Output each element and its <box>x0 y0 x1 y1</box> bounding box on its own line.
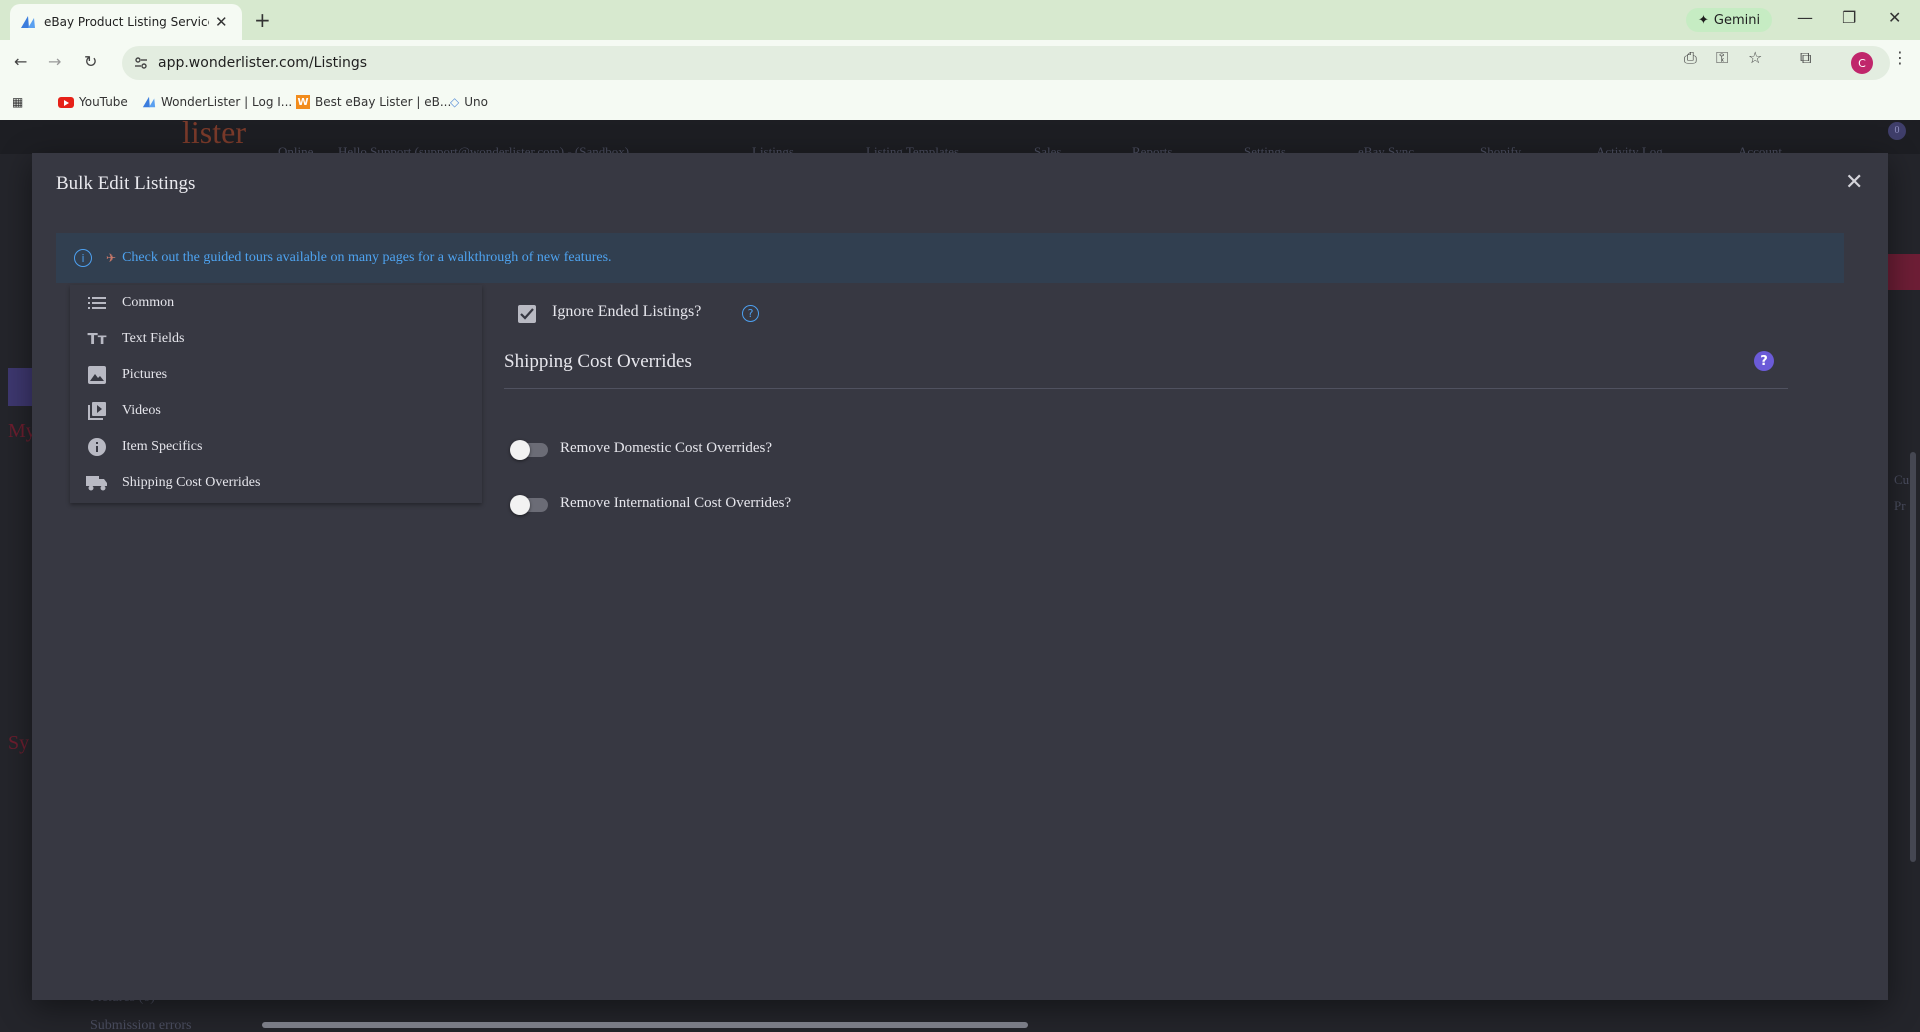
apps-grid-icon[interactable]: ▦ <box>12 95 23 109</box>
menu-item-item-specifics[interactable]: Item Specifics <box>70 429 482 465</box>
new-tab-icon[interactable]: + <box>254 8 271 32</box>
background-text: Pr <box>1894 498 1906 513</box>
password-key-icon[interactable]: ⚿ <box>1716 48 1728 68</box>
reload-icon[interactable]: ↻ <box>84 52 97 71</box>
checkmark-icon <box>520 308 534 320</box>
ignore-ended-label: Ignore Ended Listings? <box>552 303 702 320</box>
menu-item-label: Text Fields <box>122 331 185 346</box>
close-icon[interactable]: ✕ <box>1845 169 1863 195</box>
truck-icon <box>86 474 108 492</box>
bookmark-uno[interactable]: ◇ Uno <box>450 95 488 109</box>
info-icon <box>86 438 108 456</box>
menu-item-label: Common <box>122 295 175 310</box>
menu-item-text-fields[interactable]: Tт Text Fields <box>70 321 482 357</box>
url-text: app.wonderlister.com/Listings <box>158 55 368 71</box>
background-heading: Sy <box>8 732 30 754</box>
info-banner: i ✈ Check out the guided tours available… <box>56 233 1844 283</box>
browser-tab-strip: eBay Product Listing Services | W ✕ + ✦ … <box>0 0 1920 40</box>
extensions-icon[interactable]: ⧉ <box>1800 48 1811 68</box>
omnibox[interactable]: app.wonderlister.com/Listings <box>122 46 1890 80</box>
remove-international-toggle[interactable] <box>510 495 548 515</box>
horizontal-scrollbar[interactable] <box>262 1022 1028 1028</box>
info-icon: i <box>74 249 92 267</box>
background-text: Submission errors <box>90 1018 192 1032</box>
forward-icon[interactable]: → <box>48 52 61 71</box>
minimize-icon[interactable]: — <box>1797 8 1813 27</box>
bookmark-label: WonderLister | Log I... <box>161 95 293 109</box>
bulk-edit-menu: Common Tт Text Fields Pictures Videos It… <box>70 285 482 503</box>
youtube-icon <box>58 96 74 108</box>
menu-item-label: Item Specifics <box>122 439 203 454</box>
gemini-button[interactable]: ✦ Gemini <box>1686 8 1773 32</box>
bulk-edit-modal: Bulk Edit Listings ✕ i ✈ Check out the g… <box>32 153 1888 1000</box>
menu-item-shipping-cost-overrides[interactable]: Shipping Cost Overrides <box>70 465 482 501</box>
site-settings-icon[interactable] <box>134 56 148 70</box>
restore-icon[interactable]: ❐ <box>1842 8 1856 27</box>
toggle-knob <box>510 440 530 460</box>
help-icon[interactable]: ? <box>742 305 759 322</box>
wonderlister-favicon-icon <box>21 16 35 28</box>
install-app-icon[interactable]: ⎙ <box>1684 48 1697 68</box>
menu-item-videos[interactable]: Videos <box>70 393 482 429</box>
gemini-label: Gemini <box>1713 12 1761 28</box>
bookmark-label: Best eBay Lister | eB... <box>315 95 452 109</box>
section-title: Shipping Cost Overrides <box>504 351 692 372</box>
bookmark-best-ebay-lister[interactable]: W Best eBay Lister | eB... <box>296 95 451 109</box>
background-red-block <box>1888 254 1920 290</box>
list-icon <box>86 294 108 312</box>
menu-item-label: Videos <box>122 403 161 418</box>
menu-item-pictures[interactable]: Pictures <box>70 357 482 393</box>
remove-domestic-label: Remove Domestic Cost Overrides? <box>560 440 773 456</box>
address-bar-row: ← → ↻ app.wonderlister.com/Listings ⎙ ⚿ … <box>0 40 1920 86</box>
browser-menu-icon[interactable]: ⋮ <box>1892 48 1908 67</box>
section-help-icon[interactable]: ? <box>1754 351 1774 371</box>
background-text: Cu <box>1894 472 1910 487</box>
wonderlister-favicon-icon <box>142 96 156 108</box>
info-banner-text[interactable]: Check out the guided tours available on … <box>122 250 611 266</box>
back-icon[interactable]: ← <box>14 52 27 71</box>
vertical-scrollbar[interactable] <box>1910 452 1916 862</box>
gemini-sparkle-icon: ✦ <box>1698 12 1709 28</box>
bookmark-wonderlister-login[interactable]: WonderLister | Log I... <box>142 95 292 109</box>
modal-title: Bulk Edit Listings <box>56 173 196 194</box>
video-library-icon <box>86 402 108 420</box>
background-notification-badge: 0 <box>1888 122 1906 140</box>
window-close-icon[interactable]: ✕ <box>1888 8 1901 27</box>
remove-international-label: Remove International Cost Overrides? <box>560 495 792 511</box>
ignore-ended-checkbox[interactable] <box>518 305 536 323</box>
section-divider <box>504 388 1788 389</box>
tab-close-icon[interactable]: ✕ <box>215 13 228 31</box>
bookmarks-bar: ▦ YouTube WonderLister | Log I... W Best… <box>0 86 1920 120</box>
bookmark-youtube[interactable]: YouTube <box>58 95 128 109</box>
uno-diamond-icon: ◇ <box>450 95 460 109</box>
menu-item-label: Shipping Cost Overrides <box>122 475 261 490</box>
tour-icon: ✈ <box>106 250 117 265</box>
w-brand-icon: W <box>296 95 310 109</box>
tab-title: eBay Product Listing Services | W <box>44 15 209 29</box>
menu-item-common[interactable]: Common <box>70 285 482 321</box>
bookmark-label: YouTube <box>79 95 128 109</box>
bookmark-star-icon[interactable]: ☆ <box>1748 48 1762 67</box>
menu-item-label: Pictures <box>122 367 168 382</box>
browser-tab[interactable]: eBay Product Listing Services | W ✕ <box>10 4 242 40</box>
bookmark-label: Uno <box>464 95 488 109</box>
profile-avatar[interactable]: C <box>1851 52 1873 74</box>
toggle-knob <box>510 495 530 515</box>
image-icon <box>86 366 108 384</box>
background-logo: lister <box>182 120 246 150</box>
text-fields-icon: Tт <box>87 330 107 348</box>
remove-domestic-toggle[interactable] <box>510 440 548 460</box>
